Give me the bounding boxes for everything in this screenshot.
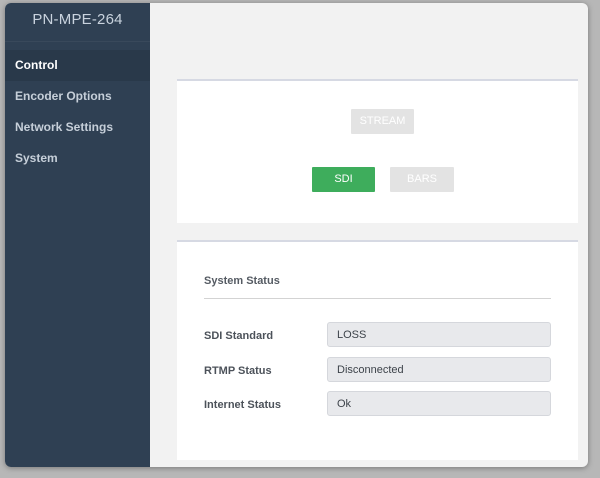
sidebar: PN-MPE-264 Control Encoder Options Netwo… <box>5 3 150 467</box>
app-window: PN-MPE-264 Control Encoder Options Netwo… <box>5 3 588 467</box>
stream-button[interactable]: STREAM <box>351 109 414 134</box>
status-divider <box>204 298 551 299</box>
system-status-title: System Status <box>204 275 280 287</box>
internet-status-value: Ok <box>327 391 551 416</box>
sdi-standard-value: LOSS <box>327 322 551 347</box>
main-content: STREAM SDI BARS System Status SDI Standa… <box>150 3 588 467</box>
sdi-standard-label: SDI Standard <box>204 330 274 342</box>
sidebar-item-encoder-options[interactable]: Encoder Options <box>5 81 150 112</box>
sidebar-item-network-settings[interactable]: Network Settings <box>5 112 150 143</box>
sdi-button[interactable]: SDI <box>312 167 375 192</box>
device-title: PN-MPE-264 <box>5 3 150 42</box>
rtmp-status-label: RTMP Status <box>204 365 272 377</box>
rtmp-status-value: Disconnected <box>327 357 551 382</box>
bars-button[interactable]: BARS <box>390 167 454 192</box>
sidebar-item-system[interactable]: System <box>5 143 150 174</box>
sidebar-item-control[interactable]: Control <box>5 50 150 81</box>
system-status-panel: System Status SDI Standard LOSS RTMP Sta… <box>177 240 578 460</box>
internet-status-label: Internet Status <box>204 399 282 411</box>
controls-panel: STREAM SDI BARS <box>177 79 578 223</box>
